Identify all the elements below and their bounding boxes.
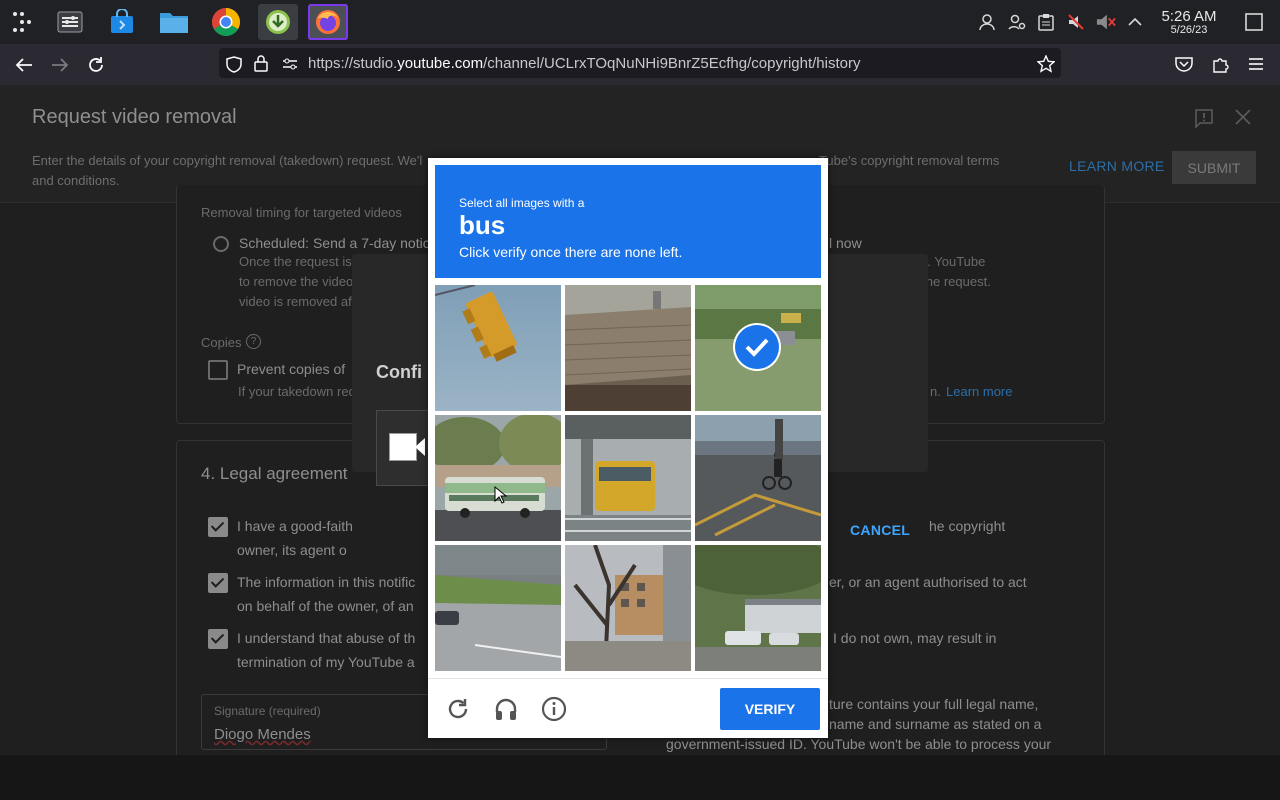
chrome-icon[interactable]: [206, 4, 246, 40]
captcha-target: bus: [459, 210, 506, 240]
taskbar: 5:26 AM 5/26/23: [0, 0, 1280, 44]
captcha-pointer: [415, 438, 425, 456]
feedback-icon[interactable]: [1194, 108, 1214, 129]
prevent-copies-checkbox[interactable]: [208, 360, 228, 380]
legal-2a: The information in this notific: [237, 574, 416, 590]
verify-button[interactable]: VERIFY: [720, 688, 820, 730]
user-settings-icon[interactable]: [1007, 12, 1027, 32]
chevron-up-icon[interactable]: [1125, 12, 1145, 32]
prevent-copies-help: If your takedown rec: [238, 384, 356, 399]
submit-button[interactable]: SUBMIT: [1172, 151, 1256, 184]
legal-3-right: I do not own, may result in: [833, 630, 997, 646]
firefox-icon[interactable]: [308, 4, 348, 40]
signature-help-3: government-issued ID. YouTube won't be a…: [666, 736, 1052, 752]
legal-agreement-title: 4. Legal agreement: [201, 464, 348, 483]
scheduled-option-label[interactable]: Scheduled: Send a 7-day notic: [239, 235, 430, 251]
description-right: ouTube's copyright removal terms: [804, 153, 1000, 168]
captcha-tile-1[interactable]: [435, 285, 561, 411]
captcha-select-text: Select all images with a: [459, 196, 585, 210]
legal-1-right: he copyright: [929, 518, 1006, 534]
signature-help-2: name and surname as stated on a: [829, 716, 1042, 732]
menu-icon[interactable]: [1248, 57, 1264, 76]
reload-icon[interactable]: [82, 52, 110, 78]
captcha-tile-8[interactable]: [565, 545, 691, 671]
download-manager-icon[interactable]: [258, 4, 298, 40]
url-prefix: https://studio.: [308, 55, 398, 72]
url-domain: youtube.com: [397, 55, 484, 72]
legal-checkbox-2[interactable]: [208, 573, 228, 593]
prevent-copies-label[interactable]: Prevent copies of: [237, 361, 345, 377]
show-desktop-icon[interactable]: [1244, 12, 1264, 32]
file-manager-icon[interactable]: [154, 4, 194, 40]
lock-icon[interactable]: [254, 55, 268, 77]
captcha-tile-7[interactable]: [435, 545, 561, 671]
audio-challenge-icon[interactable]: [491, 694, 521, 724]
clipboard-icon[interactable]: [1036, 12, 1056, 32]
captcha-tile-3[interactable]: [695, 285, 821, 411]
legal-2-right: er, or an agent authorised to act: [829, 574, 1027, 590]
help-icon[interactable]: ?: [246, 334, 261, 349]
confirm-dialog-title: Confi: [376, 362, 422, 382]
legal-checkbox-3[interactable]: [208, 629, 228, 649]
bookmark-star-icon[interactable]: [1036, 54, 1056, 78]
captcha-tile-9[interactable]: [695, 545, 821, 671]
captcha-instruction: Click verify once there are none left.: [459, 244, 683, 260]
user-icon[interactable]: [977, 12, 997, 32]
info-icon[interactable]: [539, 694, 569, 724]
copies-label: Copies: [201, 335, 242, 350]
description-line2: and conditions.: [32, 173, 120, 188]
legal-1b: owner, its agent o: [237, 542, 347, 558]
recaptcha-checkbox[interactable]: [389, 433, 417, 461]
legal-checkbox-1[interactable]: [208, 517, 228, 537]
signature-value[interactable]: Diogo Mendes: [214, 726, 311, 743]
signature-label: Signature (required): [214, 704, 321, 718]
scheduled-radio[interactable]: [213, 236, 229, 252]
reload-challenge-icon[interactable]: [443, 694, 473, 724]
captcha-tile-6[interactable]: [695, 415, 821, 541]
permissions-icon[interactable]: [282, 57, 298, 76]
captcha-footer-divider: [428, 678, 828, 679]
forward-arrow-icon[interactable]: [46, 52, 74, 78]
system-settings-icon[interactable]: [50, 4, 90, 40]
captcha-challenge: Select all images with a bus Click verif…: [428, 158, 828, 738]
page-title: Request video removal: [32, 106, 237, 128]
description-left: Enter the details of your copyright remo…: [32, 153, 423, 168]
legal-3b: termination of my YouTube a: [237, 654, 415, 670]
legal-1a: I have a good-faith: [237, 518, 353, 534]
legal-3a: I understand that abuse of th: [237, 630, 416, 646]
extensions-icon[interactable]: [1211, 55, 1229, 78]
removal-timing-label: Removal timing for targeted videos: [201, 205, 402, 220]
now-option-label[interactable]: l now: [829, 235, 862, 251]
shield-icon[interactable]: [226, 56, 242, 78]
clock-date[interactable]: 5/26/23: [1150, 24, 1228, 36]
captcha-tile-4[interactable]: [435, 415, 561, 541]
prevent-copies-help-tail: n.: [930, 384, 941, 399]
signature-help-1: ture contains your full legal name,: [829, 696, 1039, 712]
legal-2b: on behalf of the owner, of an: [237, 598, 414, 614]
prevent-learn-more-link[interactable]: Learn more: [946, 384, 1012, 399]
captcha-tile-5[interactable]: [565, 415, 691, 541]
discover-store-icon[interactable]: [102, 4, 142, 40]
selected-check-icon: [735, 325, 779, 369]
learn-more-link[interactable]: LEARN MORE: [1069, 158, 1165, 174]
close-icon[interactable]: [1234, 108, 1252, 126]
back-arrow-icon[interactable]: [10, 52, 38, 78]
cancel-button[interactable]: CANCEL: [850, 522, 910, 538]
volume-muted-icon[interactable]: [1096, 12, 1116, 32]
captcha-tile-2[interactable]: [565, 285, 691, 411]
url-path: /channel/UCLrxTOqNuNHi9BnrZ5Ecfhg/copyri…: [483, 55, 861, 72]
clock-time[interactable]: 5:26 AM: [1150, 8, 1228, 25]
pocket-icon[interactable]: [1175, 56, 1193, 77]
bottom-area: [0, 755, 1280, 800]
mic-muted-icon[interactable]: [1066, 12, 1086, 32]
app-launcher-icon[interactable]: [2, 4, 42, 40]
captcha-header: Select all images with a bus Click verif…: [435, 165, 821, 278]
url-text[interactable]: https://studio.youtube.com/channel/UCLrx…: [308, 55, 861, 72]
